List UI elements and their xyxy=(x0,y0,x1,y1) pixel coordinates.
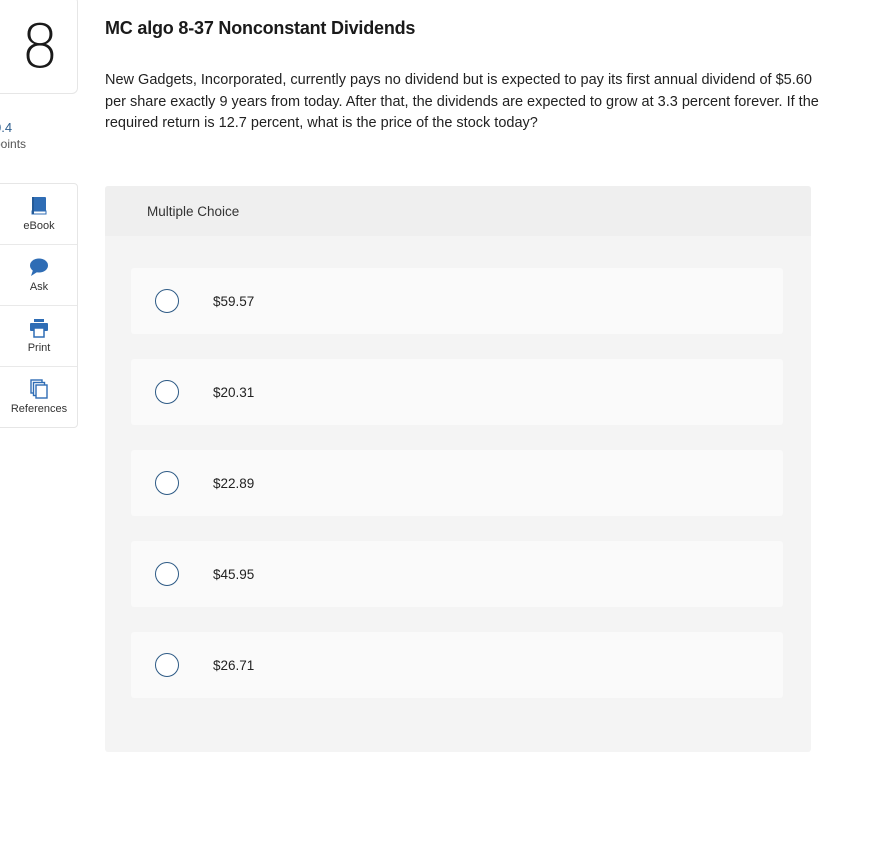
question-number: 8 xyxy=(20,12,60,82)
question-title: MC algo 8-37 Nonconstant Dividends xyxy=(105,18,416,38)
multiple-choice-panel: Multiple Choice $59.57 $20.31 $22.89 $45… xyxy=(105,186,811,752)
multiple-choice-label: Multiple Choice xyxy=(147,203,240,219)
points-label: points xyxy=(0,137,27,151)
tools-panel: eBook Ask Print References xyxy=(0,183,78,428)
choice-option[interactable]: $20.31 xyxy=(131,359,783,425)
question-number-box: 8 xyxy=(0,0,78,94)
multiple-choice-header: Multiple Choice xyxy=(105,186,811,236)
tool-ask[interactable]: Ask xyxy=(0,245,77,306)
points-info: 0.4 points xyxy=(0,120,26,151)
choice-label: $59.57 xyxy=(213,293,255,309)
choice-option[interactable]: $26.71 xyxy=(131,632,783,698)
tool-label: References xyxy=(10,403,68,415)
choice-label: $45.95 xyxy=(213,566,255,582)
choice-option[interactable]: $45.95 xyxy=(131,541,783,607)
points-value: 0.4 xyxy=(0,120,13,135)
tool-label: eBook xyxy=(23,220,55,232)
tool-label: Print xyxy=(27,342,51,354)
printer-icon xyxy=(30,319,48,338)
choice-option[interactable]: $59.57 xyxy=(131,268,783,334)
tool-label: Ask xyxy=(29,281,49,293)
tool-print[interactable]: Print xyxy=(0,306,77,367)
radio-button[interactable] xyxy=(155,380,179,404)
choice-label: $20.31 xyxy=(213,384,255,400)
question-text: New Gadgets, Incorporated, currently pay… xyxy=(105,72,819,131)
radio-button[interactable] xyxy=(155,653,179,677)
choice-label: $26.71 xyxy=(213,657,255,673)
choice-label: $22.89 xyxy=(213,475,255,491)
radio-button[interactable] xyxy=(155,471,179,495)
radio-button[interactable] xyxy=(155,289,179,313)
radio-button[interactable] xyxy=(155,562,179,586)
tool-references[interactable]: References xyxy=(0,367,77,427)
speech-bubble-icon xyxy=(30,258,48,276)
copies-icon xyxy=(30,379,48,399)
tool-ebook[interactable]: eBook xyxy=(0,184,77,245)
choice-option[interactable]: $22.89 xyxy=(131,450,783,516)
book-icon xyxy=(31,197,47,215)
